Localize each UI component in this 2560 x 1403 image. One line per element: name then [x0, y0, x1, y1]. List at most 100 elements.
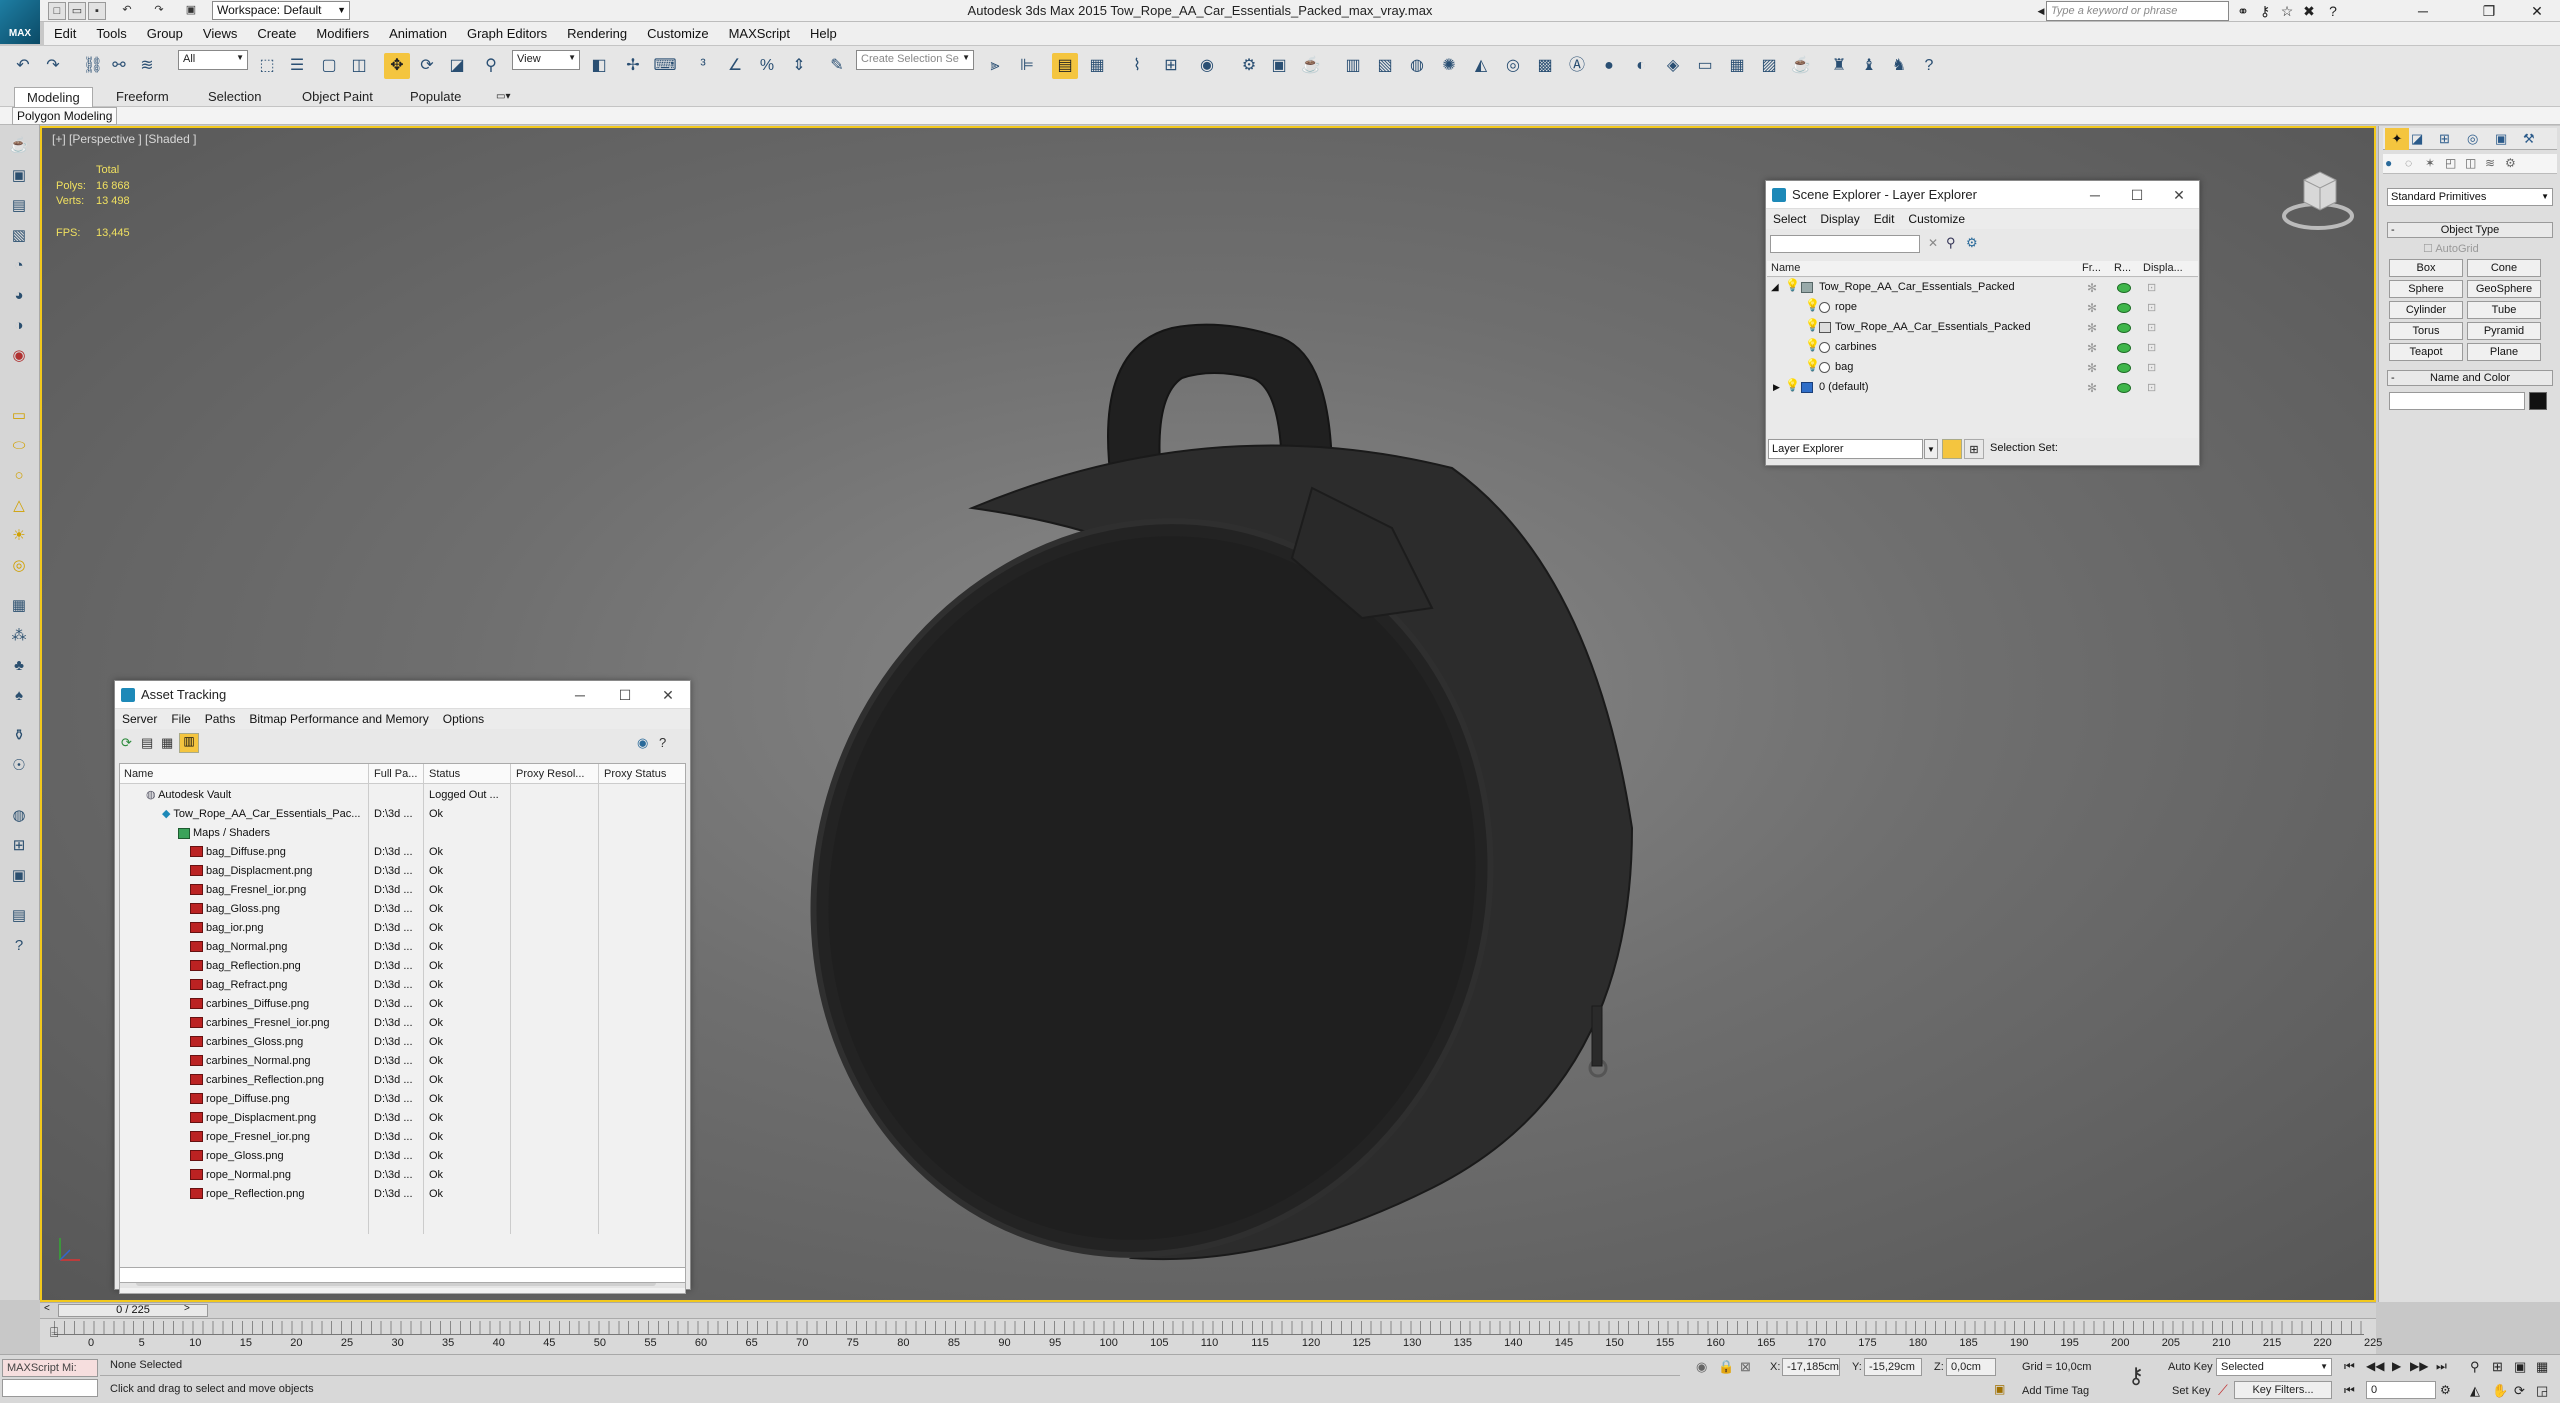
maximize-icon[interactable]: ☐ [605, 681, 645, 709]
display-icon[interactable]: ⊡ [2147, 381, 2156, 394]
go-to-end-icon[interactable]: ⏭ [2436, 1359, 2447, 1374]
modify-tab-icon[interactable]: ◪ [2411, 128, 2423, 150]
layer-mode-icon[interactable] [1942, 439, 1962, 459]
prev-frame-icon[interactable]: < [44, 1303, 50, 1314]
freeze-icon[interactable]: ✻ [2087, 361, 2097, 375]
toggle-ribbon-icon[interactable]: ▦ [1084, 53, 1110, 79]
column-freeze[interactable]: Fr... [2082, 262, 2101, 274]
circle-icon[interactable]: ○ [8, 465, 30, 487]
object-bulb-icon[interactable]: 💡 [1805, 358, 1820, 372]
primitive-type-dropdown[interactable]: Standard Primitives ▼ [2387, 188, 2553, 206]
menu-edit[interactable]: Edit [1867, 209, 1902, 229]
freeze-icon[interactable]: ✻ [2087, 341, 2097, 355]
vray-render-icon[interactable]: ◐ [1628, 53, 1654, 79]
key-icon[interactable]: ⚷ [2256, 2, 2274, 20]
object-bulb-icon[interactable]: 💡 [1805, 338, 1820, 352]
display-icon[interactable]: ⊡ [2147, 301, 2156, 314]
z-coordinate-field[interactable]: 0,0cm [1946, 1358, 1996, 1376]
render-setup-icon[interactable]: ⚙ [1236, 53, 1262, 79]
grid-icon[interactable]: ▦ [8, 595, 30, 617]
vray-proxy-icon[interactable]: ▩ [1532, 53, 1558, 79]
open-file-icon[interactable]: ▭ [68, 2, 86, 20]
geosphere-button[interactable]: GeoSphere [2467, 280, 2541, 298]
asset-file-row[interactable]: bag_Displacment.png [190, 862, 312, 881]
foliage-icon[interactable]: ♣ [8, 655, 30, 677]
maxscript-input[interactable] [2, 1379, 98, 1397]
select-and-rotate-icon[interactable]: ⟳ [414, 53, 440, 79]
render-toggle-icon[interactable] [2117, 323, 2131, 333]
undo-icon[interactable]: ↶ [118, 2, 136, 20]
lights-icon[interactable]: ◔ [8, 255, 30, 277]
close-icon[interactable]: ✕ [2159, 181, 2199, 209]
asset-file-row[interactable]: carbines_Gloss.png [190, 1033, 303, 1052]
name-and-color-rollout[interactable]: - Name and Color [2387, 370, 2553, 386]
target-icon[interactable]: ◎ [8, 555, 30, 577]
plugin-icon-3[interactable]: ♞ [1886, 53, 1912, 79]
plugin-icon-2[interactable]: ♝ [1856, 53, 1882, 79]
pan-icon[interactable]: ✋ [2492, 1383, 2508, 1399]
menu-customize[interactable]: Customize [637, 22, 718, 45]
render-toggle-icon[interactable] [2117, 383, 2131, 393]
table-view-icon[interactable]: ▦ [161, 735, 173, 751]
asset-file-row[interactable]: rope_Normal.png [190, 1166, 291, 1185]
lock-selection-icon[interactable]: 🔒 [1718, 1359, 1734, 1375]
document-icon[interactable]: ▤ [8, 905, 30, 927]
asset-file-row[interactable]: bag_Diffuse.png [190, 843, 286, 862]
utilities-tab-icon[interactable]: ⚒ [2523, 128, 2535, 150]
percent-snap-icon[interactable]: % [754, 53, 780, 79]
asset-file-row[interactable]: rope_Reflection.png [190, 1185, 304, 1204]
menu-rendering[interactable]: Rendering [557, 22, 637, 45]
key-mode-icon[interactable]: ⟋ [2218, 1382, 2228, 1399]
chevron-down-icon[interactable]: ▼ [1924, 439, 1938, 459]
menu-paths[interactable]: Paths [198, 709, 243, 729]
freeze-icon[interactable]: ✻ [2087, 381, 2097, 395]
absolute-mode-icon[interactable]: ⊠ [1740, 1359, 1751, 1375]
tree-row[interactable]: 💡 Tow_Rope_AA_Car_Essentials_Packed [1767, 318, 2198, 337]
shapes-icon[interactable]: ◌ [2405, 156, 2412, 170]
edit-named-selection-icon[interactable]: ✎ [824, 53, 850, 79]
vray-sun-icon[interactable]: ✺ [1436, 53, 1462, 79]
set-key-button[interactable]: Set Key [2172, 1385, 2211, 1397]
tab-modeling[interactable]: Modeling [14, 87, 93, 107]
help-icon[interactable]: ? [2324, 2, 2342, 20]
info-icon[interactable]: ? [8, 935, 30, 957]
tab-selection[interactable]: Selection [196, 87, 273, 107]
scene-search-input[interactable] [1770, 235, 1920, 253]
asset-path-field[interactable] [119, 1267, 686, 1283]
plugin-help-icon[interactable]: ? [1916, 53, 1942, 79]
display-icon[interactable]: ⊡ [2147, 361, 2156, 374]
asset-file-row[interactable]: rope_Fresnel_ior.png [190, 1128, 310, 1147]
rect-selection-icon[interactable]: ▢ [316, 53, 342, 79]
asset-file-row[interactable]: rope_Displacment.png [190, 1109, 316, 1128]
tab-populate[interactable]: Populate [398, 87, 473, 107]
network-icon[interactable]: ⊞ [8, 835, 30, 857]
cameras-icon[interactable]: ◰ [2445, 156, 2456, 170]
curve-editor-icon[interactable]: ⌇ [1124, 53, 1150, 79]
named-selection-dropdown[interactable]: Create Selection Se ▼ [856, 50, 974, 70]
asset-file-row[interactable]: bag_ior.png [190, 919, 264, 938]
asset-file-row[interactable]: bag_Fresnel_ior.png [190, 881, 306, 900]
object-bulb-icon[interactable]: 💡 [1805, 318, 1820, 332]
cameras-icon[interactable]: ◕ [8, 285, 30, 307]
menu-help[interactable]: Help [800, 22, 847, 45]
select-by-name-icon[interactable]: ☰ [284, 53, 310, 79]
cone-light-icon[interactable]: △ [8, 495, 30, 517]
fov-icon[interactable]: ◭ [2470, 1383, 2480, 1399]
hierarchy-tab-icon[interactable]: ⊞ [2439, 128, 2450, 150]
vray-camera-icon[interactable]: ▨ [1756, 53, 1782, 79]
freeze-icon[interactable]: ✻ [2087, 281, 2097, 295]
plugin-icon-1[interactable]: ♜ [1826, 53, 1852, 79]
collapse-icon[interactable]: ◢ [1771, 278, 1779, 297]
selection-filter-dropdown[interactable]: All ▼ [178, 50, 248, 70]
scatter-icon[interactable]: ⁂ [8, 625, 30, 647]
asset-file-row[interactable]: bag_Refract.png [190, 976, 287, 995]
lights-icon[interactable]: ✶ [2425, 156, 2435, 170]
systems-icon[interactable]: ⚙ [2505, 156, 2516, 170]
render-icon[interactable]: ☕ [1298, 53, 1324, 79]
material-editor-icon[interactable]: ◉ [1194, 53, 1220, 79]
object-name-input[interactable] [2389, 392, 2525, 410]
schematic-view-icon[interactable]: ⊞ [1158, 53, 1184, 79]
plane-button[interactable]: Plane [2467, 343, 2541, 361]
column-render[interactable]: R... [2114, 262, 2131, 274]
teapot-icon[interactable]: ☕ [8, 135, 30, 157]
